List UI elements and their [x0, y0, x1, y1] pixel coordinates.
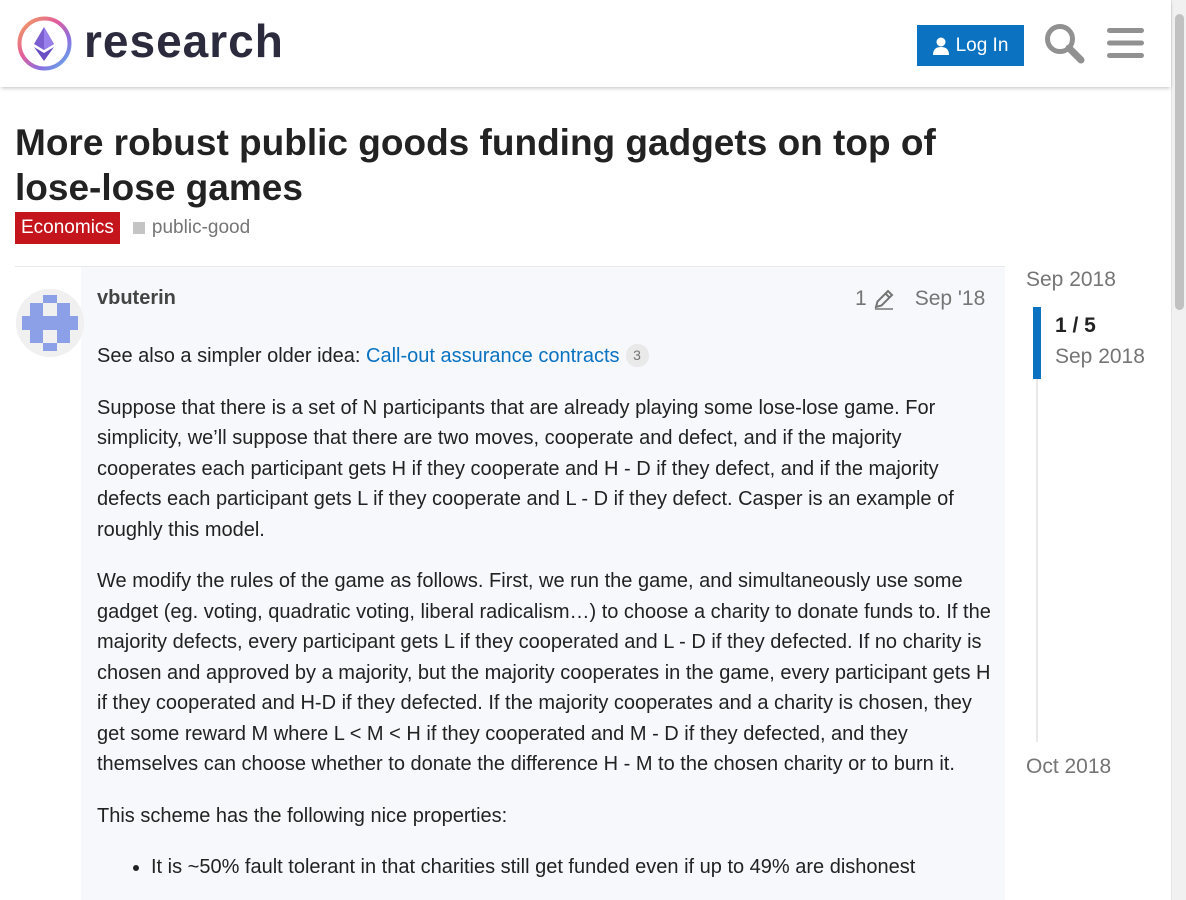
timeline-handle[interactable]	[1033, 307, 1041, 379]
user-icon	[932, 37, 949, 55]
list-item: It is ~50% fault tolerant in that charit…	[151, 852, 992, 883]
page-scrollbar[interactable]	[1171, 0, 1186, 900]
site-logo[interactable]: research	[16, 15, 284, 72]
post-paragraph: We modify the rules of the game as follo…	[97, 570, 991, 775]
ethereum-research-logo-icon	[17, 16, 72, 71]
edit-history-button[interactable]: 1	[855, 287, 895, 311]
tag-square-icon	[132, 222, 145, 234]
topic-title[interactable]: More robust public goods funding gadgets…	[15, 120, 1005, 210]
intro-text: See also a simpler older idea:	[97, 345, 367, 367]
timeline-position-date: Sep 2018	[1055, 345, 1145, 368]
pencil-icon	[874, 289, 894, 310]
scrollbar-thumb[interactable]	[1175, 14, 1184, 310]
timeline-end-date[interactable]: Oct 2018	[1026, 755, 1111, 779]
link-click-count-badge: 3	[625, 344, 649, 367]
timeline-position: 1 / 5	[1055, 314, 1096, 337]
logo-text: research	[84, 14, 284, 67]
tag-label: public-good	[151, 217, 251, 238]
properties-list: It is ~50% fault tolerant in that charit…	[151, 852, 992, 883]
post-paragraph: This scheme has the following nice prope…	[97, 804, 508, 827]
avatar-pattern-icon	[16, 289, 84, 357]
topic-tags: Economics public-good	[15, 212, 250, 244]
call-out-assurance-link[interactable]: Call-out assurance contracts	[366, 345, 619, 367]
login-button[interactable]: Log In	[917, 25, 1024, 66]
hamburger-menu-icon[interactable]	[1107, 26, 1144, 60]
avatar[interactable]	[16, 289, 84, 357]
post-date[interactable]: Sep '18	[915, 287, 986, 311]
site-header: research Log In	[0, 0, 1171, 87]
post-paragraph: Suppose that there is a set of N partici…	[97, 396, 954, 541]
tag-public-good[interactable]: public-good	[132, 217, 251, 239]
login-label: Log In	[955, 34, 1009, 56]
post-meta: 1 Sep '18	[855, 287, 985, 311]
edit-count: 1	[855, 287, 867, 310]
post-username[interactable]: vbuterin	[97, 287, 176, 310]
category-badge[interactable]: Economics	[15, 212, 120, 244]
timeline-start-date[interactable]: Sep 2018	[1026, 268, 1116, 292]
post-content: See also a simpler older idea: Call-out …	[97, 341, 992, 891]
post-intro-paragraph: See also a simpler older idea: Call-out …	[97, 341, 992, 372]
search-icon[interactable]	[1043, 22, 1085, 64]
